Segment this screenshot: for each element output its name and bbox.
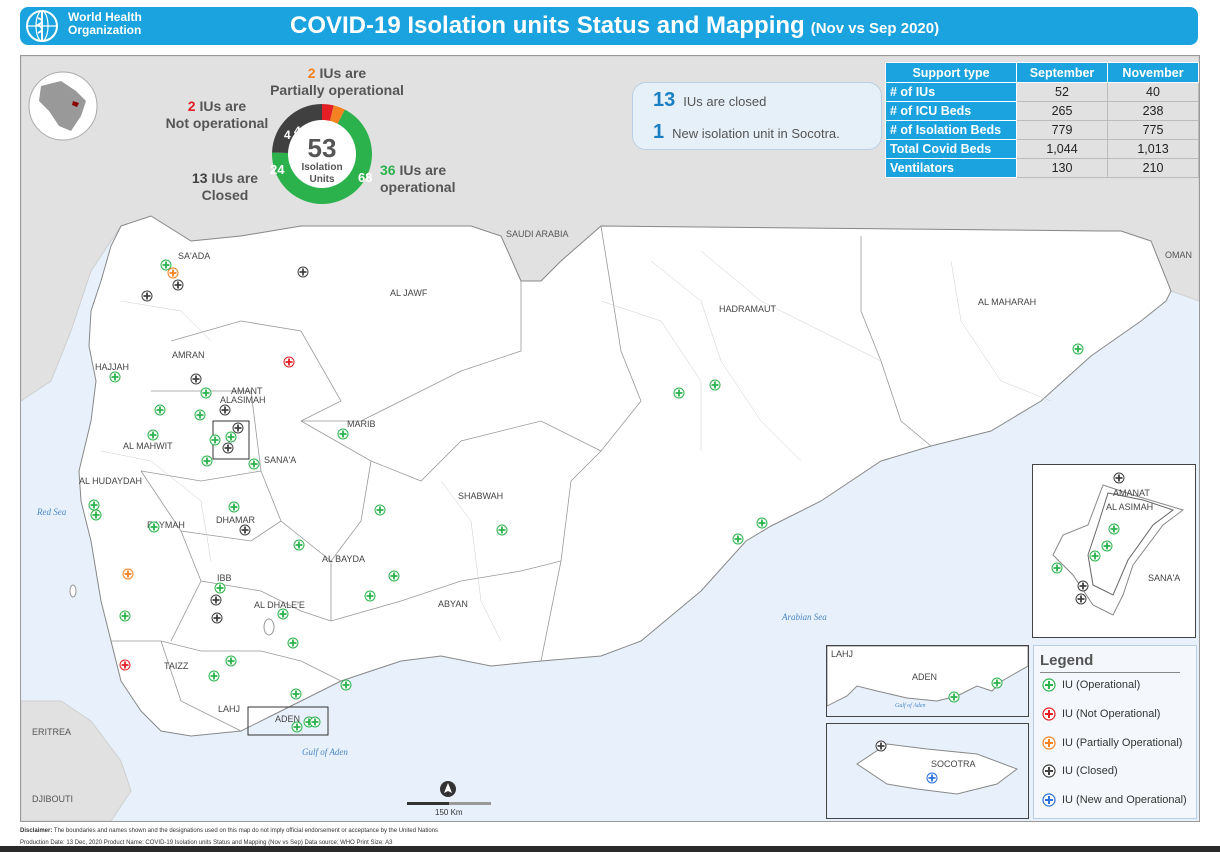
marker-operational-icon <box>225 431 237 443</box>
bottom-bar <box>0 846 1220 852</box>
marker-operational-icon <box>147 429 159 441</box>
marker-closed-icon <box>1042 764 1056 778</box>
marker-operational-icon <box>340 679 352 691</box>
marker-closed-icon <box>1075 593 1087 605</box>
marker-operational-icon <box>248 458 260 470</box>
marker-closed-icon <box>1113 472 1125 484</box>
marker-operational-icon <box>209 434 221 446</box>
marker-closed-icon <box>210 594 222 606</box>
marker-closed-icon <box>222 442 234 454</box>
marker-operational-icon <box>208 670 220 682</box>
marker-operational-icon <box>277 608 289 620</box>
north-arrow-icon <box>407 781 491 805</box>
legend-item-partial: IU (Partially Operational) <box>1042 736 1182 750</box>
marker-closed-icon <box>219 404 231 416</box>
marker-operational-icon <box>290 688 302 700</box>
marker-closed-icon <box>297 266 309 278</box>
legend-label: IU (Not Operational) <box>1062 707 1161 720</box>
marker-not-operational-icon <box>119 659 131 671</box>
marker-operational-icon <box>388 570 400 582</box>
marker-closed-icon <box>172 279 184 291</box>
marker-operational-icon <box>1089 550 1101 562</box>
legend: Legend IU (Operational) IU (Not Operatio… <box>1033 645 1197 819</box>
marker-closed-icon <box>211 612 223 624</box>
legend-label: IU (Operational) <box>1062 678 1141 691</box>
marker-operational-icon <box>287 637 299 649</box>
marker-operational-icon <box>309 716 321 728</box>
marker-operational-icon <box>673 387 685 399</box>
legend-label: IU (Closed) <box>1062 764 1118 777</box>
marker-operational-icon <box>1051 562 1063 574</box>
marker-partial-icon <box>167 267 179 279</box>
marker-operational-icon <box>337 428 349 440</box>
marker-closed-icon <box>141 290 153 302</box>
marker-operational-icon <box>90 509 102 521</box>
disclaimer-title: Disclaimer: <box>20 828 53 834</box>
marker-operational-icon <box>225 655 237 667</box>
marker-operational-icon <box>991 677 1003 689</box>
marker-operational-icon <box>293 539 305 551</box>
marker-partial-icon <box>1042 736 1056 750</box>
marker-operational-icon <box>756 517 768 529</box>
legend-item-new: IU (New and Operational) <box>1042 793 1187 807</box>
marker-operational-icon <box>1101 540 1113 552</box>
marker-operational-icon <box>200 387 212 399</box>
marker-closed-icon <box>239 524 251 536</box>
legend-label: IU (New and Operational) <box>1062 793 1187 806</box>
marker-not-operational-icon <box>1042 707 1056 721</box>
marker-closed-icon <box>190 373 202 385</box>
marker-operational-icon <box>374 504 386 516</box>
marker-closed-icon <box>875 740 887 752</box>
scale-label: 150 Km <box>435 808 463 817</box>
marker-operational-icon <box>732 533 744 545</box>
marker-operational-icon <box>109 371 121 383</box>
marker-operational-icon <box>1108 523 1120 535</box>
legend-divider <box>1040 672 1180 673</box>
marker-operational-icon <box>496 524 508 536</box>
marker-new-icon <box>1042 793 1056 807</box>
disclaimer-text: The boundaries and names shown and the d… <box>53 828 439 834</box>
marker-new-icon <box>926 772 938 784</box>
marker-operational-icon <box>948 691 960 703</box>
marker-operational-icon <box>214 582 226 594</box>
marker-not-operational-icon <box>283 356 295 368</box>
marker-operational-icon <box>194 409 206 421</box>
legend-item-operational: IU (Operational) <box>1042 678 1140 692</box>
legend-title: Legend <box>1040 652 1094 669</box>
legend-item-closed: IU (Closed) <box>1042 764 1118 778</box>
marker-operational-icon <box>1042 678 1056 692</box>
marker-operational-icon <box>148 521 160 533</box>
marker-operational-icon <box>228 501 240 513</box>
marker-operational-icon <box>291 721 303 733</box>
marker-operational-icon <box>201 455 213 467</box>
legend-label: IU (Partially Operational) <box>1062 736 1183 749</box>
scale-bar: 150 Km <box>405 780 491 817</box>
legend-item-not-operational: IU (Not Operational) <box>1042 707 1160 721</box>
marker-operational-icon <box>154 404 166 416</box>
marker-operational-icon <box>1072 343 1084 355</box>
marker-operational-icon <box>88 499 100 511</box>
marker-partial-icon <box>122 568 134 580</box>
marker-closed-icon <box>1077 580 1089 592</box>
marker-closed-icon <box>232 422 244 434</box>
marker-operational-icon <box>709 379 721 391</box>
marker-operational-icon <box>364 590 376 602</box>
marker-operational-icon <box>160 259 172 271</box>
marker-operational-icon <box>119 610 131 622</box>
